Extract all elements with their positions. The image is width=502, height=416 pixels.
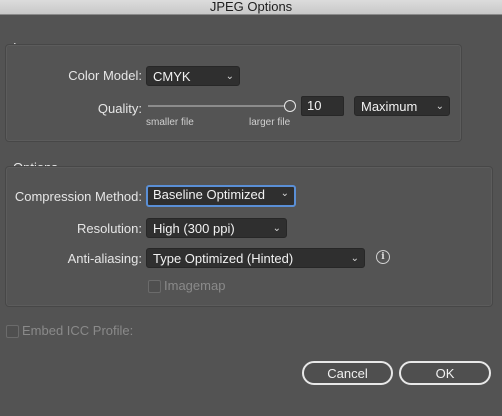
- quality-slider-track[interactable]: [148, 105, 288, 107]
- dialog-title: JPEG Options: [0, 0, 502, 15]
- jpeg-options-dialog: JPEG Options Image Color Model: CMYK ⌄ Q…: [0, 0, 502, 416]
- anti-aliasing-label: Anti-aliasing:: [67, 251, 142, 266]
- chevron-down-icon: ⌄: [225, 71, 234, 82]
- quality-input[interactable]: 10: [301, 96, 344, 116]
- resolution-label: Resolution:: [76, 221, 142, 236]
- anti-aliasing-select[interactable]: Type Optimized (Hinted) ⌄: [146, 248, 365, 268]
- anti-aliasing-value: Type Optimized (Hinted): [153, 251, 294, 266]
- color-model-select[interactable]: CMYK ⌄: [146, 66, 240, 86]
- imagemap-checkbox[interactable]: [148, 280, 161, 293]
- cancel-button[interactable]: Cancel: [302, 361, 393, 385]
- resolution-value: High (300 ppi): [153, 221, 235, 236]
- embed-icc-label: Embed ICC Profile:: [22, 323, 134, 338]
- quality-slider-thumb[interactable]: [284, 100, 296, 112]
- info-icon[interactable]: i: [376, 250, 390, 264]
- embed-icc-checkbox[interactable]: [6, 325, 19, 338]
- chevron-down-icon: ⌄: [280, 188, 289, 199]
- quality-label: Quality:: [97, 101, 142, 116]
- ok-button[interactable]: OK: [399, 361, 491, 385]
- image-group: [5, 44, 462, 142]
- smaller-file-caption: smaller file: [146, 117, 194, 128]
- chevron-down-icon: ⌄: [350, 253, 359, 264]
- quality-preset-select[interactable]: Maximum ⌄: [354, 96, 450, 116]
- compression-method-select[interactable]: Baseline Optimized ⌄: [146, 185, 296, 207]
- color-model-value: CMYK: [153, 69, 191, 84]
- chevron-down-icon: ⌄: [435, 101, 444, 112]
- chevron-down-icon: ⌄: [272, 223, 281, 234]
- compression-method-value: Baseline Optimized: [153, 187, 265, 202]
- quality-preset-value: Maximum: [361, 99, 418, 114]
- color-model-label: Color Model:: [68, 68, 142, 83]
- compression-method-label: Compression Method:: [14, 189, 142, 204]
- imagemap-label: Imagemap: [164, 278, 226, 293]
- larger-file-caption: larger file: [249, 117, 291, 128]
- resolution-select[interactable]: High (300 ppi) ⌄: [146, 218, 287, 238]
